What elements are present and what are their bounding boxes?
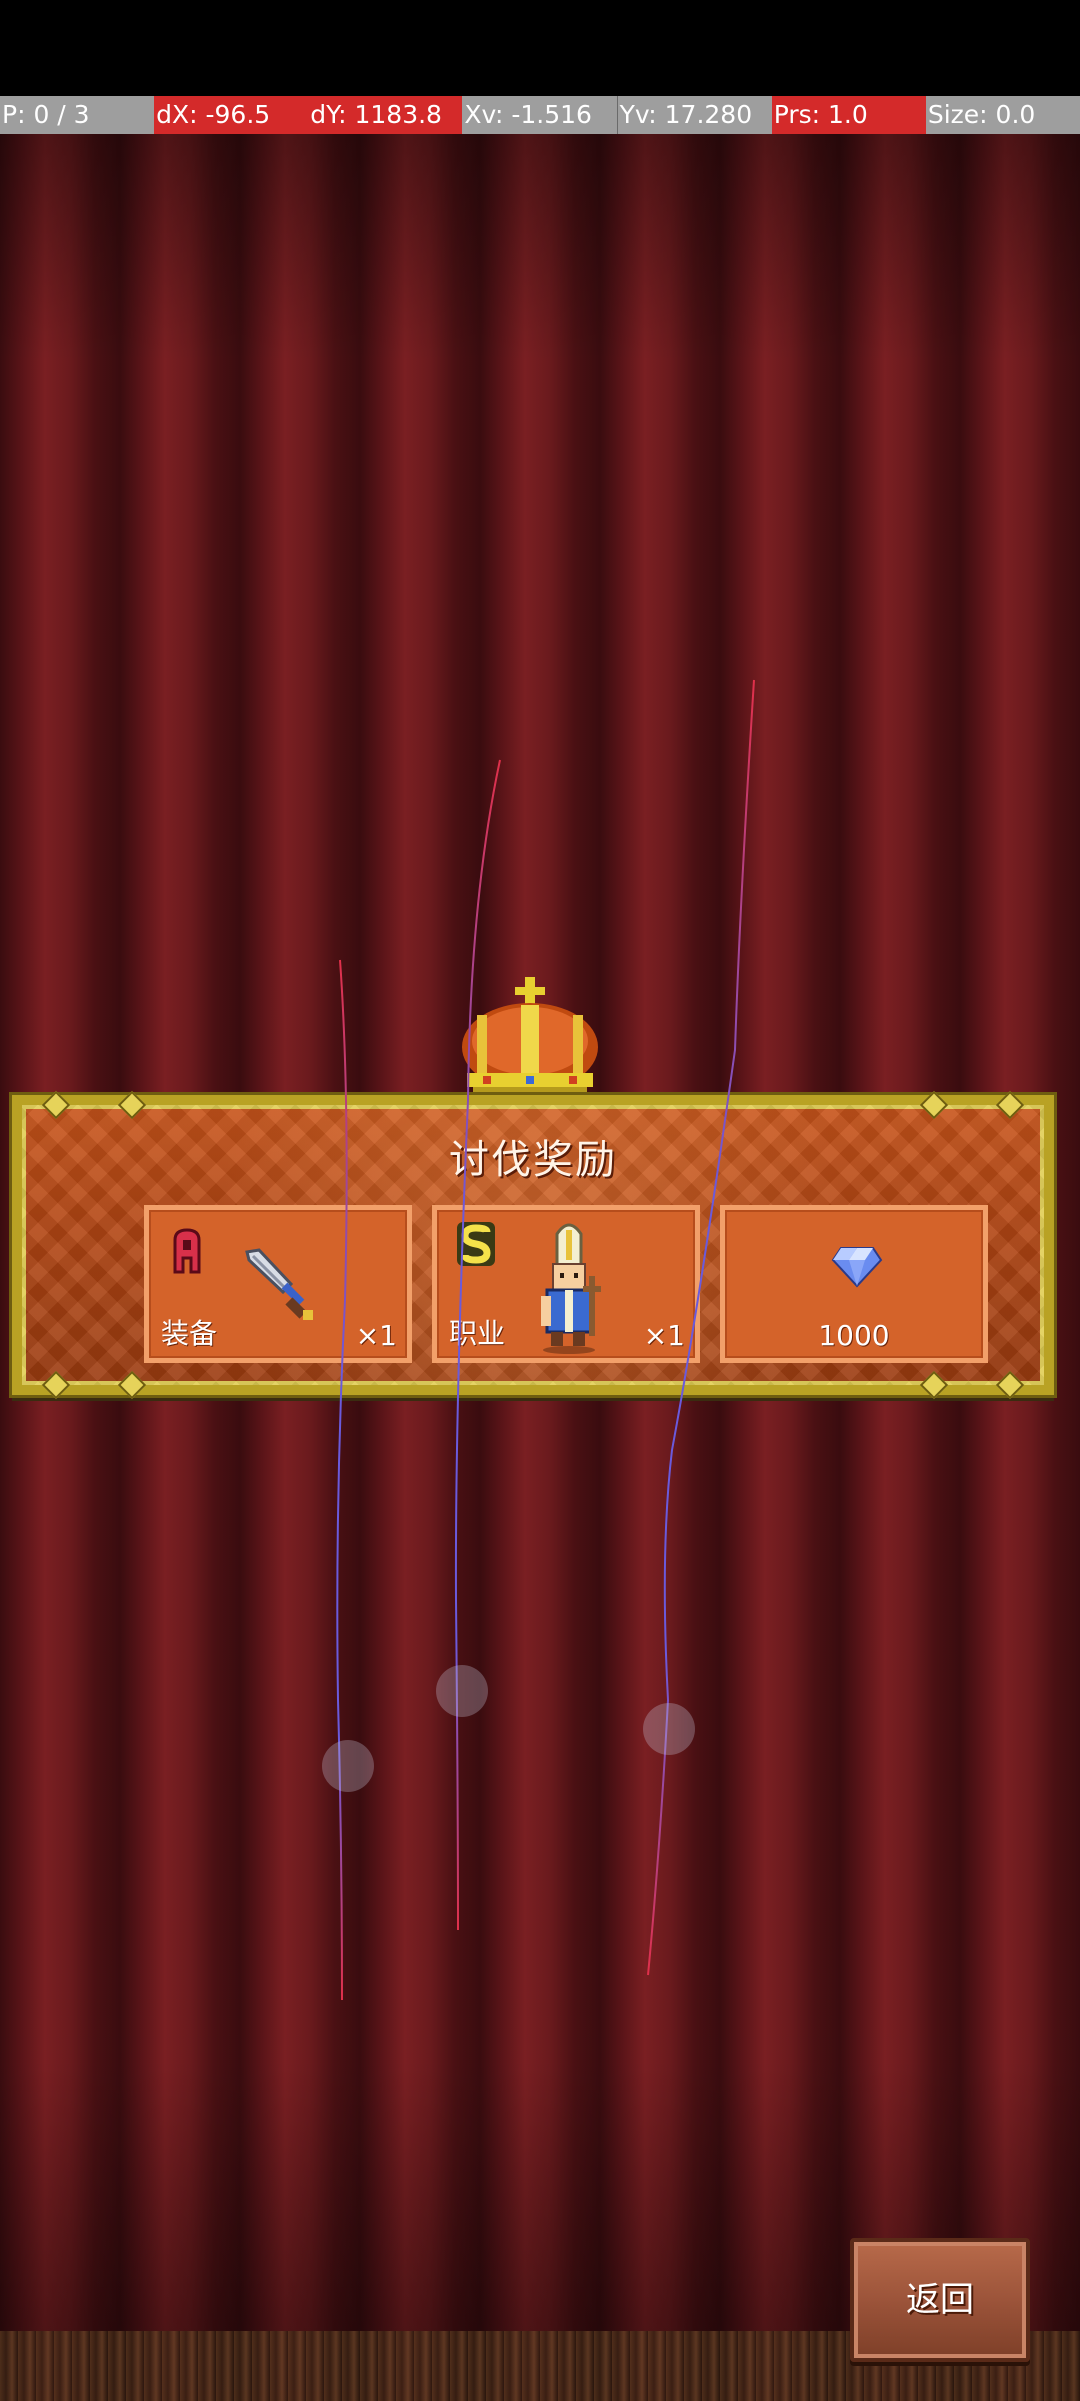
debug-size: Size: 0.0	[925, 96, 1080, 134]
banner-ornament	[919, 1090, 949, 1120]
reward-amount: 1000	[818, 1319, 890, 1352]
debug-pressure: Prs: 1.0	[771, 96, 926, 134]
banner-ornament	[41, 1370, 71, 1400]
reward-label: 装备	[161, 1317, 218, 1350]
reward-label: 职业	[449, 1317, 506, 1350]
banner-ornament	[919, 1370, 949, 1400]
debug-dx: dX: -96.5	[154, 96, 309, 134]
debug-pointer-count: P: 0 / 3	[0, 96, 155, 134]
debug-dy: dY: 1183.8	[308, 96, 463, 134]
reward-slot-diamonds[interactable]: 1000	[720, 1205, 988, 1363]
rank-a-badge-icon	[173, 1228, 201, 1274]
status-bar-area	[0, 0, 1080, 92]
debug-xv: Xv: -1.516	[462, 96, 617, 134]
banner-ornament	[995, 1370, 1025, 1400]
reward-count: ×1	[355, 1319, 397, 1352]
crown-icon	[462, 977, 598, 1099]
priest-character-icon	[541, 1223, 601, 1354]
reward-slot-job[interactable]: 职业 ×1	[432, 1205, 700, 1363]
back-button[interactable]: 返回	[850, 2238, 1030, 2362]
sword-icon	[245, 1248, 313, 1320]
banner-title: 讨伐奖励	[449, 1137, 617, 1183]
reward-count: ×1	[643, 1319, 685, 1352]
pointer-debug-bar: P: 0 / 3 dX: -96.5 dY: 1183.8 Xv: -1.516…	[0, 96, 1080, 134]
banner-ornament	[995, 1090, 1025, 1120]
debug-yv: Yv: 17.280	[616, 96, 772, 134]
rank-s-badge-icon	[457, 1222, 495, 1266]
subjugation-reward-banner: 讨伐奖励 装备 ×1 职业 ×1 1000	[9, 1090, 1057, 1400]
banner-ornament	[41, 1090, 71, 1120]
banner-ornament	[117, 1370, 147, 1400]
reward-slot-equipment[interactable]: 装备 ×1	[144, 1205, 412, 1363]
diamond-gem-icon	[831, 1247, 883, 1288]
banner-ornament	[117, 1090, 147, 1120]
game-screen: P: 0 / 3 dX: -96.5 dY: 1183.8 Xv: -1.516…	[0, 0, 1080, 2401]
